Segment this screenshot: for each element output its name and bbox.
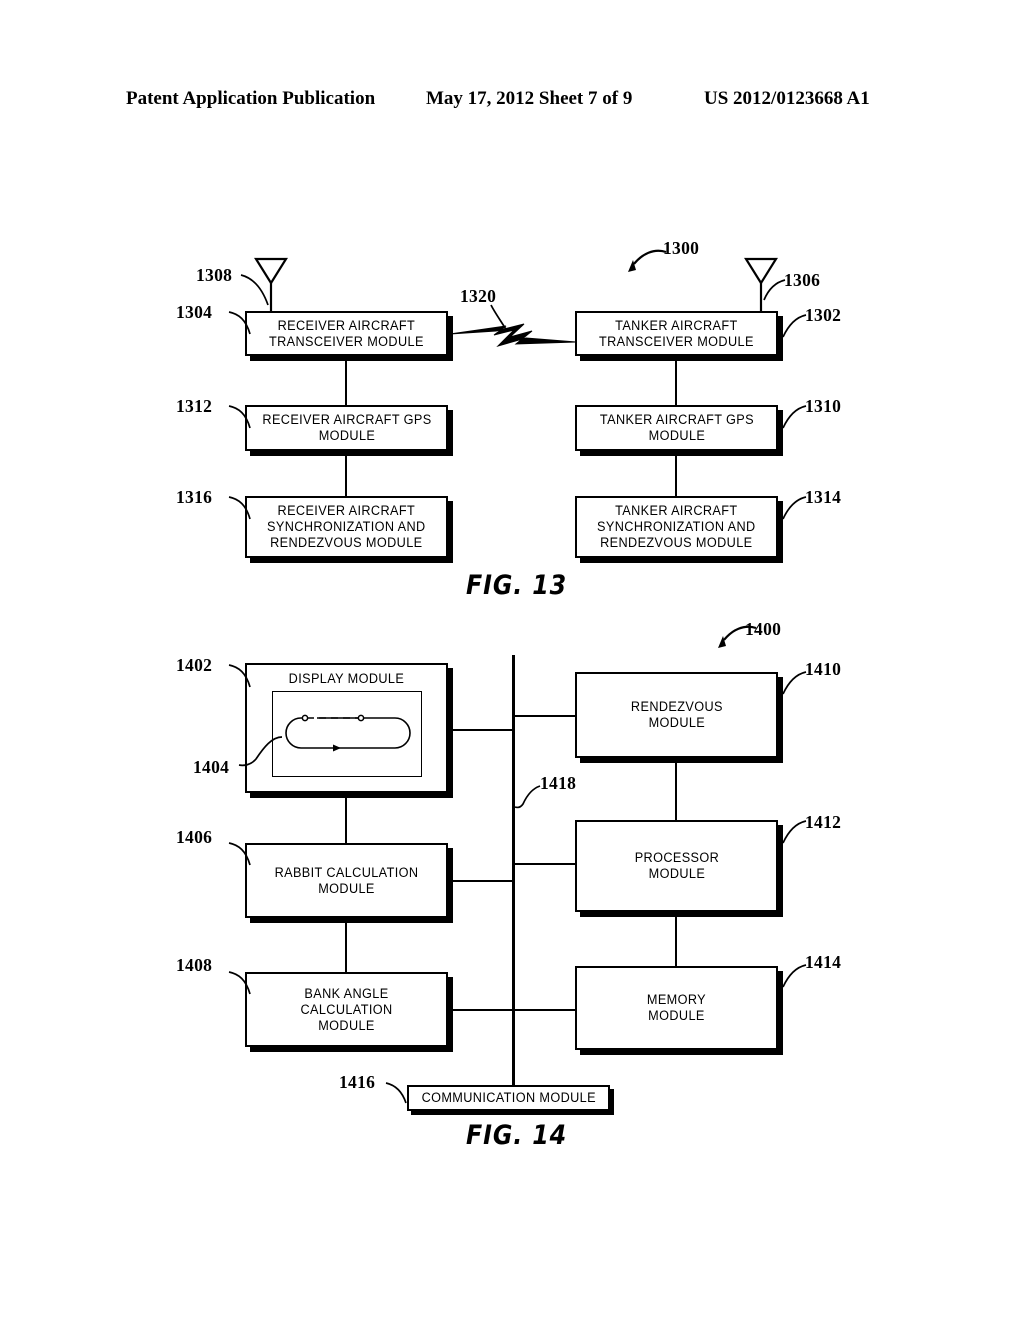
- leader-1306: [763, 279, 786, 301]
- bus-1418: [512, 655, 515, 1085]
- ref-numeral-1310: 1310: [805, 396, 842, 416]
- ref-numeral-1416: 1416: [339, 1072, 376, 1092]
- ref-numeral-1312: 1312: [176, 396, 213, 416]
- publication-number: US 2012/0123668 A1: [704, 88, 870, 109]
- ref-numeral-1404: 1404: [193, 757, 230, 777]
- ref-numeral-1418: 1418: [540, 773, 577, 793]
- box-label: MEMORY MODULE: [646, 992, 707, 1023]
- leader-1404: [238, 736, 283, 767]
- publication-title: Patent Application Publication: [126, 88, 376, 109]
- connector-1406-1408: [345, 918, 347, 972]
- box-label: RECEIVER AIRCRAFT GPS MODULE: [261, 412, 432, 443]
- ref-numeral-1400: 1400: [745, 619, 782, 639]
- box-bank-angle-calculation-module: BANK ANGLE CALCULATION MODULE: [245, 972, 448, 1047]
- box-label: TANKER AIRCRAFT SYNCHRONIZATION AND REND…: [597, 503, 756, 550]
- box-tanker-aircraft-sync-rendezvous-module: TANKER AIRCRAFT SYNCHRONIZATION AND REND…: [575, 496, 778, 558]
- leader-1304: [228, 311, 251, 335]
- box-label: RABBIT CALCULATION MODULE: [274, 864, 419, 896]
- connector-1312-1316: [345, 451, 347, 496]
- box-receiver-aircraft-gps-module: RECEIVER AIRCRAFT GPS MODULE: [245, 405, 448, 451]
- box-label: RECEIVER AIRCRAFT TRANSCEIVER MODULE: [269, 317, 424, 349]
- ref-numeral-1314: 1314: [805, 487, 842, 507]
- box-label: COMMUNICATION MODULE: [421, 1090, 596, 1105]
- ref-numeral-1308: 1308: [196, 265, 233, 285]
- leader-1418: [514, 785, 541, 809]
- box-receiver-aircraft-sync-rendezvous-module: RECEIVER AIRCRAFT SYNCHRONIZATION AND RE…: [245, 496, 448, 558]
- leader-1312: [228, 405, 251, 429]
- box-label: RECEIVER AIRCRAFT SYNCHRONIZATION AND RE…: [267, 503, 426, 550]
- ref-numeral-1306: 1306: [784, 270, 821, 290]
- box-processor-module: PROCESSOR MODULE: [575, 820, 778, 912]
- leader-1412: [782, 820, 807, 844]
- box-label: TANKER AIRCRAFT GPS MODULE: [599, 412, 754, 443]
- ref-numeral-1410: 1410: [805, 659, 842, 679]
- ref-numeral-1316: 1316: [176, 487, 213, 507]
- box-label: DISPLAY MODULE: [288, 671, 405, 686]
- box-tanker-aircraft-gps-module: TANKER AIRCRAFT GPS MODULE: [575, 405, 778, 451]
- patent-figure-page: Patent Application Publication May 17, 2…: [0, 0, 1024, 1320]
- ref-numeral-1302: 1302: [805, 305, 842, 325]
- branch-bus-to-rendezvous: [512, 715, 576, 717]
- publication-date-sheet: May 17, 2012 Sheet 7 of 9: [426, 88, 633, 109]
- ref-numeral-1408: 1408: [176, 955, 213, 975]
- connector-1402-1406: [345, 793, 347, 843]
- ref-numeral-1402: 1402: [176, 655, 213, 675]
- box-rabbit-calculation-module: RABBIT CALCULATION MODULE: [245, 843, 448, 918]
- box-memory-module: MEMORY MODULE: [575, 966, 778, 1050]
- box-label: RENDEZVOUS MODULE: [630, 699, 723, 730]
- leader-1302: [782, 314, 807, 338]
- ref-numeral-1414: 1414: [805, 952, 842, 972]
- branch-display-to-bus: [448, 729, 514, 731]
- box-receiver-aircraft-transceiver-module: RECEIVER AIRCRAFT TRANSCEIVER MODULE: [245, 311, 448, 356]
- figure-caption-13: FIG. 13: [466, 570, 568, 601]
- box-tanker-aircraft-transceiver-module: TANKER AIRCRAFT TRANSCEIVER MODULE: [575, 311, 778, 356]
- leader-1402: [228, 664, 251, 688]
- branch-bankangle-to-bus: [448, 1009, 514, 1011]
- leader-1414: [782, 964, 807, 988]
- box-label: TANKER AIRCRAFT TRANSCEIVER MODULE: [599, 317, 754, 349]
- leader-1416: [385, 1082, 407, 1104]
- connector-1310-1314: [675, 451, 677, 496]
- leader-1406: [228, 842, 251, 866]
- connector-1412-1414: [675, 912, 677, 966]
- racetrack-pattern-1404: [285, 714, 411, 752]
- leader-1320: [490, 304, 508, 332]
- connector-1302-1310: [675, 356, 677, 405]
- ref-numeral-1406: 1406: [176, 827, 213, 847]
- leader-1316: [228, 496, 251, 520]
- ref-numeral-1300: 1300: [663, 238, 700, 258]
- box-communication-module: COMMUNICATION MODULE: [407, 1085, 610, 1111]
- leader-1308: [240, 274, 269, 306]
- branch-rabbit-to-bus: [448, 880, 514, 882]
- leader-1310: [782, 405, 807, 429]
- box-label: PROCESSOR MODULE: [634, 850, 719, 881]
- box-rendezvous-module: RENDEZVOUS MODULE: [575, 672, 778, 758]
- connector-1304-1312: [345, 356, 347, 405]
- ref-numeral-1412: 1412: [805, 812, 842, 832]
- leader-1314: [782, 496, 807, 520]
- page-header: Patent Application Publication May 17, 2…: [126, 88, 898, 114]
- box-label: BANK ANGLE CALCULATION MODULE: [300, 985, 393, 1033]
- branch-bus-to-processor: [512, 863, 576, 865]
- figure-caption-14: FIG. 14: [466, 1120, 568, 1151]
- leader-1408: [228, 971, 251, 995]
- connector-1410-1412: [675, 758, 677, 820]
- ref-numeral-1304: 1304: [176, 302, 213, 322]
- branch-bus-to-memory: [512, 1009, 576, 1011]
- leader-1410: [782, 671, 807, 695]
